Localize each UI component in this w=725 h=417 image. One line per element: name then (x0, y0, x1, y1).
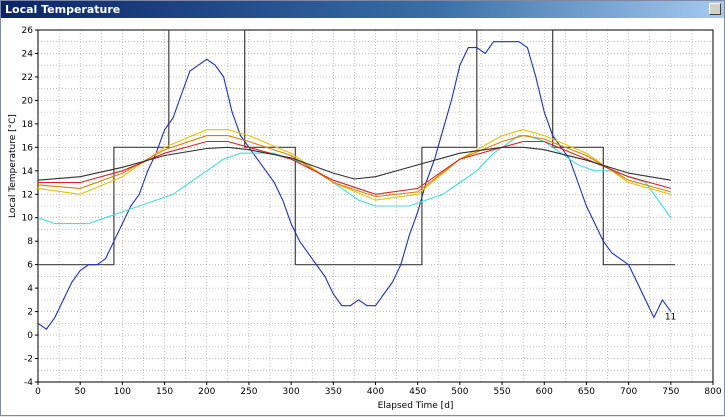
y-tick-label: 16 (22, 143, 34, 153)
x-tick-label: 300 (283, 387, 300, 397)
x-tick-label: 600 (536, 387, 553, 397)
tick-labels: 0 50 100 150 200 250 300 350 400 450 500 550 600 650 7… (22, 26, 722, 397)
y-tick-label: 2 (27, 308, 33, 318)
x-tick-label: 100 (114, 387, 131, 397)
y-tick-label: 24 (22, 49, 34, 59)
x-tick-label: 400 (367, 387, 384, 397)
x-tick-label: 700 (620, 387, 637, 397)
x-tick-label: 350 (325, 387, 342, 397)
y-tick-label: 4 (27, 284, 33, 294)
x-tick-label: 150 (156, 387, 173, 397)
x-axis-label: Elapsed Time [d] (378, 401, 454, 411)
x-tick-label: 250 (240, 387, 257, 397)
x-tick-label: 200 (198, 387, 215, 397)
x-tick-label: 550 (493, 387, 510, 397)
y-tick-label: 14 (22, 167, 34, 177)
line-chart: 11 0 50 100 150 200 250 300 350 400 450 500 550 600 6… (8, 26, 722, 411)
y-tick-label: 18 (22, 120, 34, 130)
y-tick-label: -2 (24, 355, 33, 365)
x-tick-label: 50 (74, 387, 86, 397)
axes (35, 29, 714, 385)
x-tick-label: 0 (35, 387, 41, 397)
x-tick-label: 800 (704, 387, 721, 397)
y-tick-label: 10 (22, 214, 34, 224)
y-tick-label: 20 (22, 96, 34, 106)
x-tick-label: 750 (662, 387, 679, 397)
x-tick-label: 500 (451, 387, 468, 397)
y-axis-label: Local Temperature [°C] (8, 114, 18, 218)
y-tick-label: 0 (27, 331, 33, 341)
chart-window: Local Temperature 11 0 50 100 150 200 250 300 3… (0, 0, 725, 416)
y-tick-label: 12 (22, 190, 33, 200)
series-group: 11 (37, 29, 676, 330)
y-tick-label: -4 (24, 378, 33, 388)
y-tick-label: 6 (27, 261, 33, 271)
x-tick-label: 450 (409, 387, 426, 397)
y-tick-label: 26 (22, 26, 34, 36)
y-tick-label: 8 (27, 237, 33, 247)
x-tick-label: 650 (578, 387, 595, 397)
series-end-label: 11 (665, 313, 676, 323)
y-tick-label: 22 (22, 73, 33, 83)
